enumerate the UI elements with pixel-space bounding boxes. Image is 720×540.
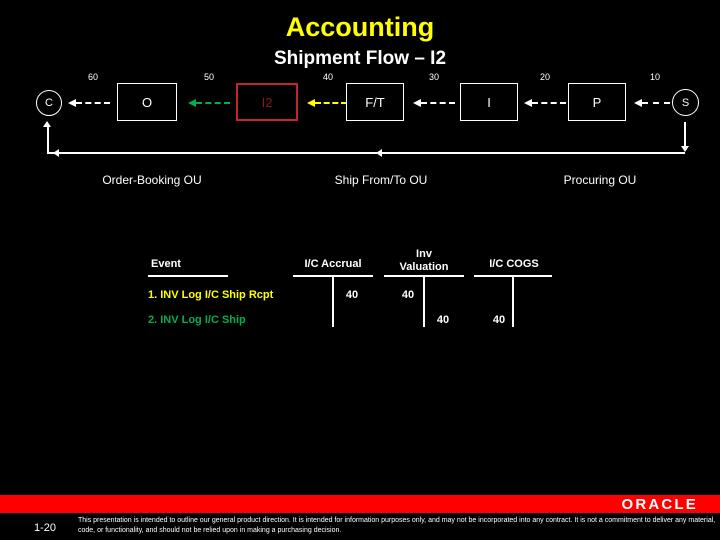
arrow-dashes — [196, 102, 230, 104]
arrow-dashes — [532, 102, 566, 104]
flow-node-order[interactable]: O — [117, 83, 177, 121]
column-header-inv-valuation-line1: Inv — [416, 248, 432, 260]
value-row2-ic-cogs-debit: 40 — [492, 314, 506, 326]
flow-amount-30: 30 — [428, 72, 439, 82]
flow-arrow-4 — [413, 97, 455, 109]
slide-canvas: Accounting Shipment Flow – I2 C 60 O 50 … — [0, 0, 720, 540]
oracle-logo: ORACLE — [621, 496, 698, 513]
return-arrowhead-left-icon — [53, 149, 59, 157]
flow-node-label: S — [681, 96, 690, 109]
flow-amount-60: 60 — [87, 72, 98, 82]
page-subtitle: Shipment Flow – I2 — [273, 48, 447, 69]
ou-label-order-booking: Order-Booking OU — [102, 173, 202, 187]
arrow-dashes — [76, 102, 110, 104]
flow-amount-20: 20 — [539, 72, 550, 82]
return-line-horizontal — [47, 152, 685, 154]
flow-node-label: I — [487, 94, 491, 110]
flow-amount-50: 50 — [203, 72, 214, 82]
arrow-dashes — [642, 102, 670, 104]
flow-arrow-6 — [634, 97, 670, 109]
flow-amount-40: 40 — [322, 72, 333, 82]
column-stem-ic-cogs — [512, 275, 514, 327]
column-header-ic-accrual: I/C Accrual — [304, 258, 362, 270]
arrow-dashes — [421, 102, 455, 104]
ou-label-procuring: Procuring OU — [563, 173, 637, 187]
flow-node-inventory[interactable]: I — [460, 83, 518, 121]
flow-node-label: C — [45, 97, 53, 109]
ou-label-ship-from-to: Ship From/To OU — [334, 173, 428, 187]
flow-node-freight-transfer[interactable]: F/T — [346, 83, 404, 121]
arrowhead-icon — [307, 99, 315, 107]
flow-node-label: I2 — [261, 94, 273, 110]
page-number: 1-20 — [34, 522, 57, 534]
flow-node-label: P — [592, 94, 602, 110]
return-line-left-riser — [47, 125, 49, 154]
flow-node-purchasing[interactable]: P — [568, 83, 626, 121]
legal-disclaimer: This presentation is intended to outline… — [78, 517, 716, 534]
flow-arrow-2 — [188, 97, 230, 109]
return-arrowhead-down-icon — [681, 146, 689, 152]
value-row1-ic-accrual-credit: 40 — [345, 289, 359, 301]
flow-node-label: F/T — [365, 94, 385, 110]
flow-node-supplier[interactable]: S — [672, 89, 699, 116]
return-arrowhead-up-icon — [43, 121, 51, 127]
flow-node-i2[interactable]: I2 — [236, 83, 298, 121]
flow-arrow-3 — [307, 97, 347, 109]
column-header-event: Event — [151, 258, 181, 270]
flow-node-label: O — [141, 94, 153, 110]
return-line-right-drop — [684, 122, 686, 148]
arrowhead-icon — [524, 99, 532, 107]
arrowhead-icon — [188, 99, 196, 107]
column-rule-event — [148, 275, 228, 277]
column-header-ic-cogs: I/C COGS — [489, 258, 539, 270]
table-row-event-1: 1. INV Log I/C Ship Rcpt — [148, 289, 274, 301]
column-stem-ic-accrual — [332, 275, 334, 327]
column-stem-inv-valuation — [423, 275, 425, 327]
return-arrowhead-mid-icon — [376, 149, 382, 157]
value-row1-inv-valuation-debit: 40 — [401, 289, 415, 301]
flow-amount-10: 10 — [649, 72, 660, 82]
column-header-inv-valuation-line2: Valuation — [399, 261, 449, 273]
arrow-dashes — [315, 102, 347, 104]
arrowhead-icon — [68, 99, 76, 107]
accounting-entries-table: Event I/C Accrual Inv Valuation I/C COGS… — [0, 242, 720, 352]
arrowhead-icon — [634, 99, 642, 107]
footer-red-bar — [0, 495, 720, 513]
flow-arrow-5 — [524, 97, 566, 109]
value-row2-inv-valuation-credit: 40 — [436, 314, 450, 326]
page-title: Accounting — [285, 12, 435, 42]
shipment-flow-diagram: C 60 O 50 I2 40 F/T 30 I 20 P 10 S — [0, 70, 720, 150]
arrowhead-icon — [413, 99, 421, 107]
flow-node-customer[interactable]: C — [36, 90, 62, 116]
flow-arrow-1 — [68, 97, 110, 109]
table-row-event-2: 2. INV Log I/C Ship — [148, 314, 246, 326]
